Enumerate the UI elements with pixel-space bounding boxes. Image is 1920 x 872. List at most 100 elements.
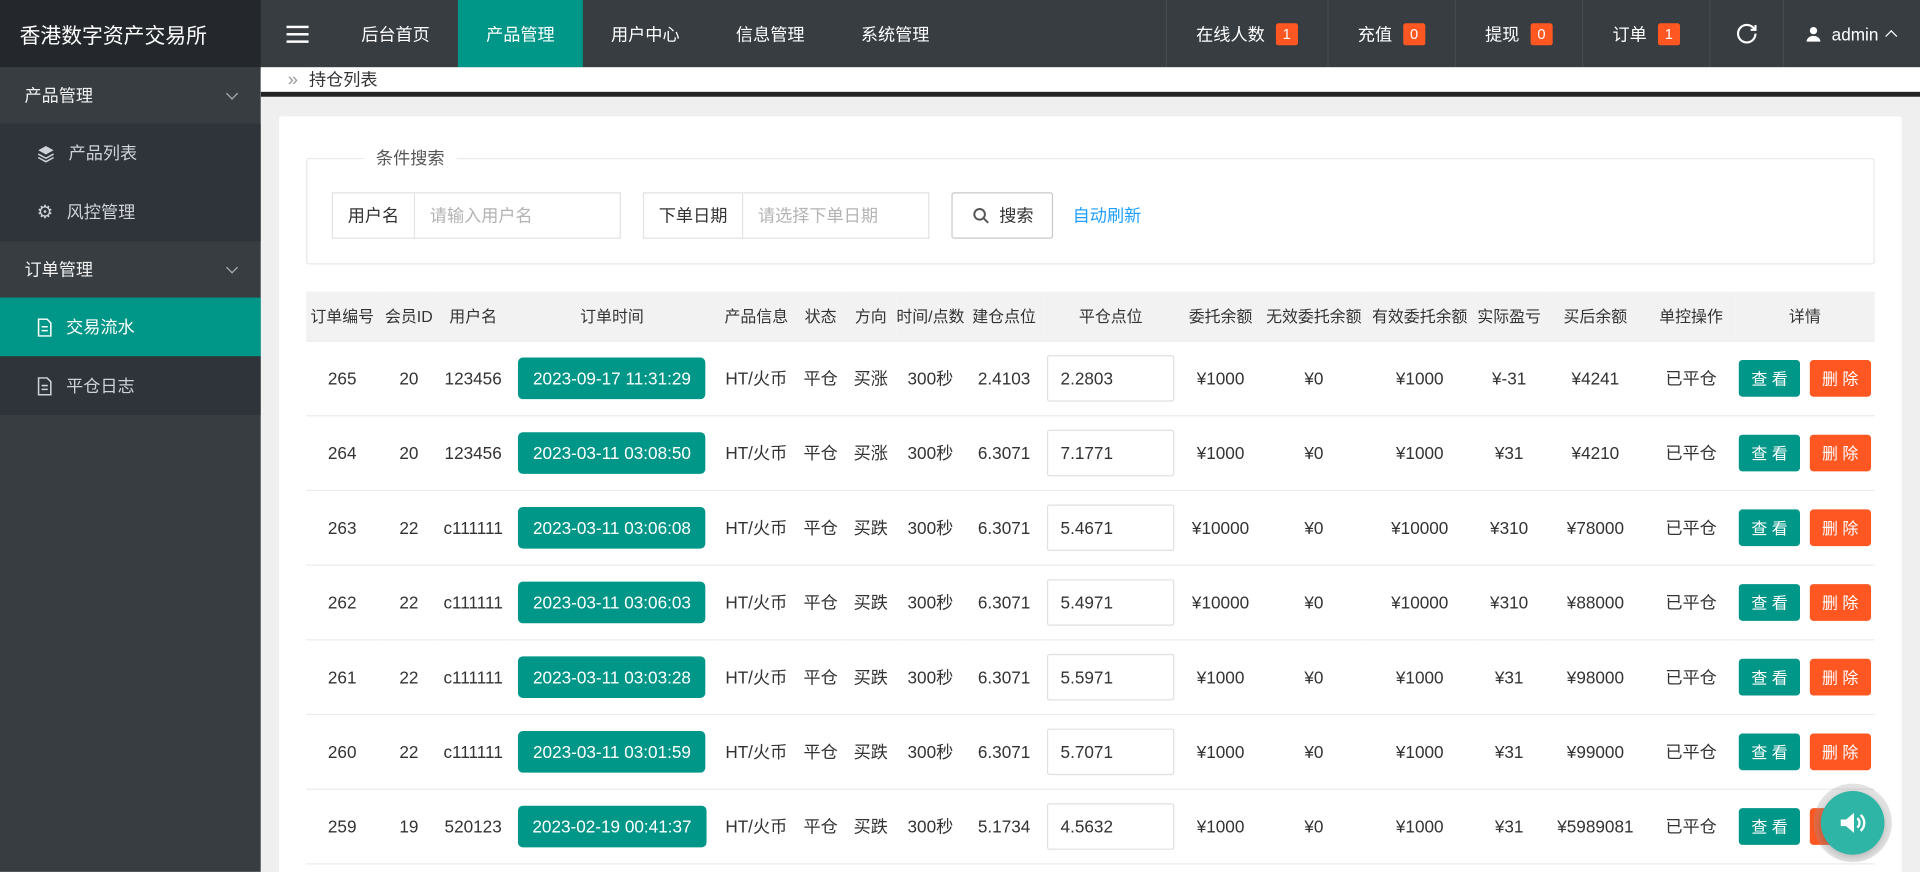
delete-button[interactable]: 删 除 (1810, 583, 1871, 620)
product-info: HT/火币 (717, 789, 795, 864)
control-status: 已平仓 (1647, 714, 1735, 789)
customer-service-float-button[interactable] (1821, 791, 1885, 855)
view-button[interactable]: 查 看 (1739, 658, 1800, 695)
open-point: 6.3071 (965, 564, 1043, 639)
order-status: 平仓 (796, 564, 846, 639)
search-button[interactable]: 搜索 (951, 192, 1053, 239)
stat-orders-label: 订单 (1612, 21, 1646, 45)
order-date-input[interactable] (743, 192, 929, 239)
valid-entrust-balance: ¥10000 (1365, 490, 1475, 565)
admin-app: 香港数字资产交易所 后台首页 产品管理 用户中心 信息管理 系统管理 在线人数 … (0, 0, 1920, 872)
order-status: 平仓 (796, 714, 846, 789)
invalid-entrust-balance: ¥0 (1263, 714, 1365, 789)
sidebar-item-close-log[interactable]: 平仓日志 (0, 356, 261, 415)
layers-icon (37, 144, 55, 162)
delete-button[interactable]: 删 除 (1810, 509, 1871, 546)
order-time-button[interactable]: 2023-03-11 03:06:03 (518, 581, 705, 623)
member-id: 22 (378, 564, 439, 639)
control-status: 已平仓 (1647, 789, 1735, 864)
order-time-button[interactable]: 2023-09-17 11:31:29 (518, 357, 705, 399)
row-actions: 查 看删 除 (1735, 714, 1875, 789)
main-area: » 持仓列表 条件搜索 用户名 下单日期 (261, 67, 1920, 871)
order-time-button[interactable]: 2023-03-11 03:01:59 (518, 730, 705, 772)
close-point-input[interactable] (1047, 504, 1174, 551)
column-header: 单控操作 (1647, 291, 1735, 340)
duration: 300秒 (896, 490, 965, 565)
stat-orders-badge: 1 (1658, 23, 1680, 45)
search-panel-legend: 条件搜索 (364, 146, 457, 170)
column-header: 建仓点位 (965, 291, 1043, 340)
stat-recharge[interactable]: 充值 0 (1327, 0, 1454, 67)
view-button[interactable]: 查 看 (1739, 509, 1800, 546)
balance-after: ¥88000 (1544, 564, 1648, 639)
balance-after: ¥5989081 (1544, 789, 1648, 864)
auto-refresh-link[interactable]: 自动刷新 (1073, 203, 1142, 227)
view-button[interactable]: 查 看 (1739, 733, 1800, 770)
member-id: 22 (378, 714, 439, 789)
order-date-filter-group: 下单日期 (643, 192, 930, 239)
sidebar-group-order-management[interactable]: 订单管理 (0, 241, 261, 297)
nav-item-system-management[interactable]: 系统管理 (833, 0, 958, 67)
actual-profit: ¥31 (1475, 639, 1544, 714)
entrust-balance: ¥1000 (1178, 415, 1263, 490)
delete-button[interactable]: 删 除 (1810, 359, 1871, 396)
stat-withdraw[interactable]: 提现 0 (1455, 0, 1582, 67)
close-point-input[interactable] (1047, 579, 1174, 626)
member-id: 22 (378, 490, 439, 565)
close-point-input[interactable] (1047, 354, 1174, 401)
caret-up-icon (1885, 30, 1897, 42)
nav-item-product-management[interactable]: 产品管理 (458, 0, 583, 67)
username-input[interactable] (415, 192, 621, 239)
view-button[interactable]: 查 看 (1739, 359, 1800, 396)
balance-after: ¥4210 (1544, 415, 1648, 490)
delete-button[interactable]: 删 除 (1810, 658, 1871, 695)
user-menu[interactable]: admin (1783, 0, 1920, 67)
nav-item-info-management[interactable]: 信息管理 (708, 0, 833, 67)
stat-orders[interactable]: 订单 1 (1582, 0, 1709, 67)
sidebar-group-product-management[interactable]: 产品管理 (0, 67, 261, 123)
view-button[interactable]: 查 看 (1739, 434, 1800, 471)
hamburger-menu-icon[interactable] (261, 0, 333, 67)
stat-online-users[interactable]: 在线人数 1 (1166, 0, 1328, 67)
nav-item-user-center[interactable]: 用户中心 (583, 0, 708, 67)
delete-button[interactable]: 删 除 (1810, 733, 1871, 770)
balance-after: ¥98000 (1544, 639, 1648, 714)
document-icon (37, 377, 53, 395)
username: c111111 (439, 639, 506, 714)
username-filter-label: 用户名 (332, 192, 415, 239)
close-point-input[interactable] (1047, 429, 1174, 476)
view-button[interactable]: 查 看 (1739, 808, 1800, 845)
order-time-button[interactable]: 2023-03-11 03:06:08 (518, 506, 705, 548)
row-actions: 查 看删 除 (1735, 490, 1875, 565)
delete-button[interactable]: 删 除 (1810, 434, 1871, 471)
control-status: 已平仓 (1647, 490, 1735, 565)
close-point-input[interactable] (1047, 728, 1174, 775)
close-point-input[interactable] (1047, 803, 1174, 850)
order-status: 平仓 (796, 415, 846, 490)
actual-profit: ¥310 (1475, 490, 1544, 565)
order-time-button[interactable]: 2023-03-11 03:03:28 (518, 656, 705, 698)
entrust-balance: ¥10000 (1178, 490, 1263, 565)
speaker-icon (1837, 807, 1869, 839)
actual-profit: ¥31 (1475, 789, 1544, 864)
username: c111111 (439, 490, 506, 565)
product-info: HT/火币 (717, 639, 795, 714)
order-id: 264 (306, 415, 378, 490)
close-point-input[interactable] (1047, 653, 1174, 700)
control-status: 已平仓 (1647, 564, 1735, 639)
invalid-entrust-balance: ¥0 (1263, 564, 1365, 639)
sidebar-item-trade-flow[interactable]: 交易流水 (0, 298, 261, 357)
entrust-balance: ¥1000 (1178, 639, 1263, 714)
order-time-button[interactable]: 2023-03-11 03:08:50 (518, 432, 705, 474)
column-header: 订单编号 (306, 291, 378, 340)
column-header: 用户名 (439, 291, 506, 340)
username-filter-group: 用户名 (332, 192, 621, 239)
order-time-button[interactable]: 2023-02-19 00:41:37 (518, 805, 707, 847)
nav-item-dashboard[interactable]: 后台首页 (333, 0, 458, 67)
view-button[interactable]: 查 看 (1739, 583, 1800, 620)
sidebar-item-risk-management[interactable]: ⚙ 风控管理 (0, 182, 261, 241)
refresh-button[interactable] (1709, 0, 1782, 67)
sidebar-item-product-list[interactable]: 产品列表 (0, 124, 261, 183)
username: c111111 (439, 564, 506, 639)
invalid-entrust-balance: ¥0 (1263, 789, 1365, 864)
